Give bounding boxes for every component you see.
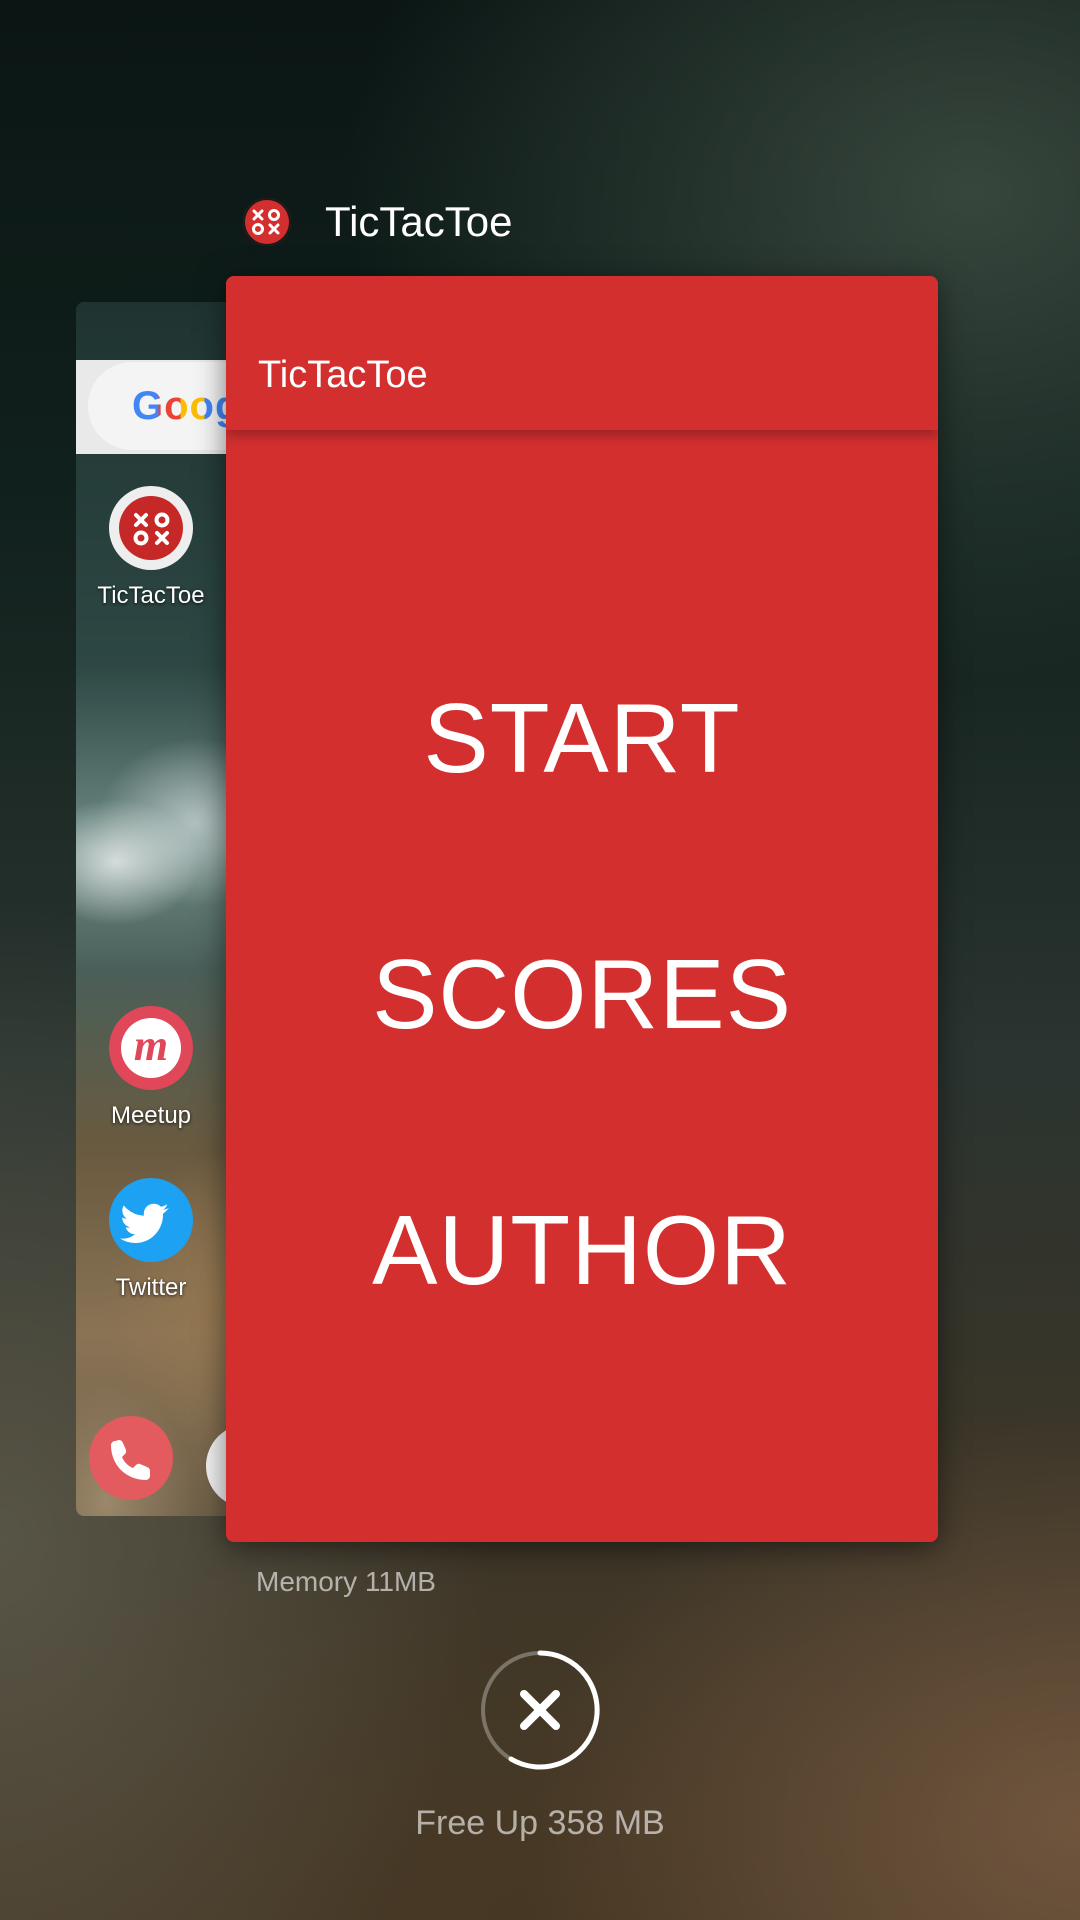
app-toolbar: TicTacToe [226, 276, 938, 430]
start-button[interactable]: START [226, 682, 938, 795]
close-icon [481, 1650, 600, 1770]
home-app-twitter[interactable]: Twitter [76, 1178, 226, 1302]
tictactoe-app-icon [243, 198, 291, 246]
home-app-label: Meetup [110, 1102, 192, 1129]
toolbar-title: TicTacToe [258, 354, 428, 396]
recent-app-header: TicTacToe [243, 196, 513, 248]
tictactoe-app-icon [109, 486, 193, 570]
home-app-label: TicTacToe [97, 582, 205, 609]
twitter-icon [109, 1178, 193, 1262]
memory-usage: Memory 11MB [256, 1566, 436, 1597]
app-header-title: TicTacToe [325, 198, 513, 245]
dock-icon-partial[interactable] [206, 1424, 226, 1508]
clear-all-button[interactable] [480, 1650, 600, 1770]
google-search-widget[interactable]: Googl [88, 362, 226, 450]
home-app-phone[interactable] [76, 1416, 206, 1500]
phone-icon [89, 1416, 173, 1500]
scores-button[interactable]: SCORES [226, 938, 938, 1051]
home-app-tictactoe[interactable]: TicTacToe [76, 486, 226, 610]
author-button[interactable]: AUTHOR [226, 1194, 938, 1307]
home-screen-card[interactable]: Googl TicTacToe m Meetup [76, 302, 226, 1516]
recent-app-card[interactable]: TicTacToe START SCORES AUTHOR [226, 276, 938, 1542]
meetup-icon: m [109, 1006, 193, 1090]
free-up-label: Free Up 358 MB [415, 1804, 665, 1842]
google-logo: Googl [132, 384, 226, 429]
home-app-meetup[interactable]: m Meetup [76, 1006, 226, 1130]
home-app-label: Twitter [115, 1274, 187, 1301]
